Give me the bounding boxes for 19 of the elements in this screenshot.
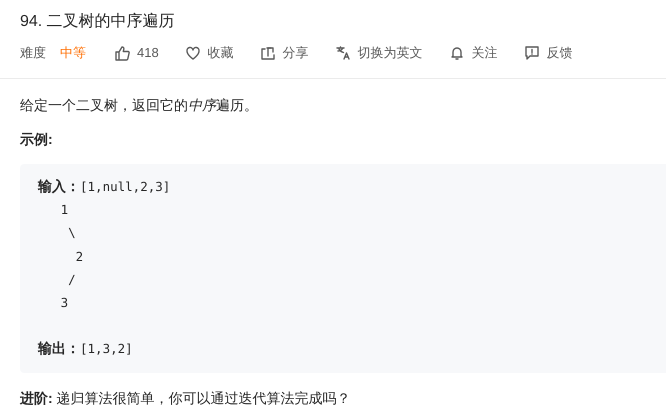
difficulty-tag: 中等 xyxy=(60,43,86,63)
feedback-button[interactable]: 反馈 xyxy=(546,43,573,63)
code-block: 输入：[1,null,2,3] 1 \ 2 / 3 输出：[1,3,2] xyxy=(20,164,666,372)
difficulty-label: 难度 xyxy=(20,44,46,62)
follow-up-text: 进阶: 递归算法很简单，你可以通过迭代算法完成吗？ xyxy=(20,388,352,408)
problem-description: 给定一个二叉树，返回它的中序遍历。 xyxy=(20,96,259,115)
translate-button[interactable]: 切换为英文 xyxy=(358,43,423,63)
like-button[interactable]: 418 xyxy=(137,43,159,63)
follow-button[interactable]: 关注 xyxy=(472,43,498,63)
heart-icon xyxy=(184,45,201,61)
example-heading: 示例: xyxy=(20,130,54,149)
thumbs-up-icon xyxy=(114,45,130,61)
problem-title: 94. 二叉树的中序遍历 xyxy=(20,12,176,32)
share-icon xyxy=(260,45,276,61)
share-button[interactable]: 分享 xyxy=(282,43,309,63)
favorite-button[interactable]: 收藏 xyxy=(208,43,234,63)
bell-icon xyxy=(448,45,465,61)
translate-icon xyxy=(334,45,351,61)
feedback-icon xyxy=(524,45,540,61)
